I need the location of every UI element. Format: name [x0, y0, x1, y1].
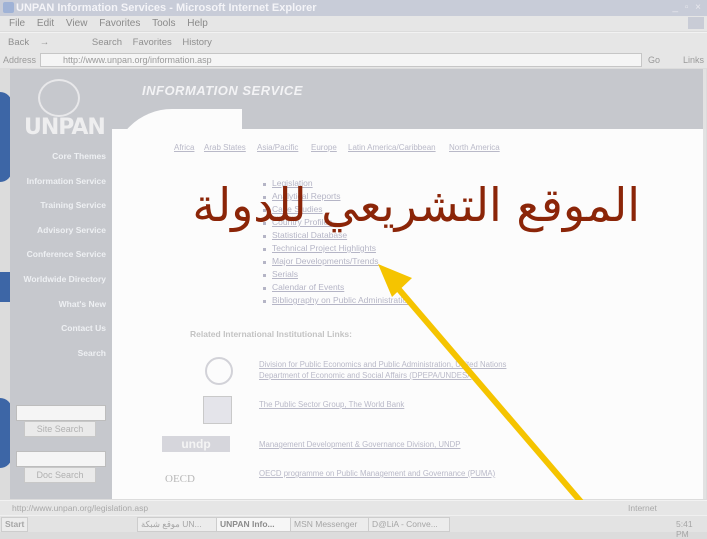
taskbar-item-dalia[interactable]: D@LiA - Conve... — [368, 517, 450, 532]
clock: 5:41 PM — [676, 519, 693, 539]
taskbar-item-msn[interactable]: MSN Messenger — [290, 517, 372, 532]
taskbar: Start موقع شبكة UN... UNPAN Info... MSN … — [0, 515, 707, 539]
start-button[interactable]: Start — [1, 517, 29, 532]
arrow-head — [378, 264, 412, 297]
arrow-shaft — [393, 284, 609, 531]
yellow-arrow-overlay — [378, 264, 609, 531]
status-bar: http://www.unpan.org/legislation.asp Int… — [0, 500, 707, 515]
status-url: http://www.unpan.org/legislation.asp — [12, 503, 149, 513]
status-zone: Internet — [628, 503, 657, 513]
taskbar-item-unpan[interactable]: UNPAN Info... — [216, 517, 294, 532]
taskbar-item-arabic-site[interactable]: موقع شبكة UN... — [137, 517, 220, 532]
